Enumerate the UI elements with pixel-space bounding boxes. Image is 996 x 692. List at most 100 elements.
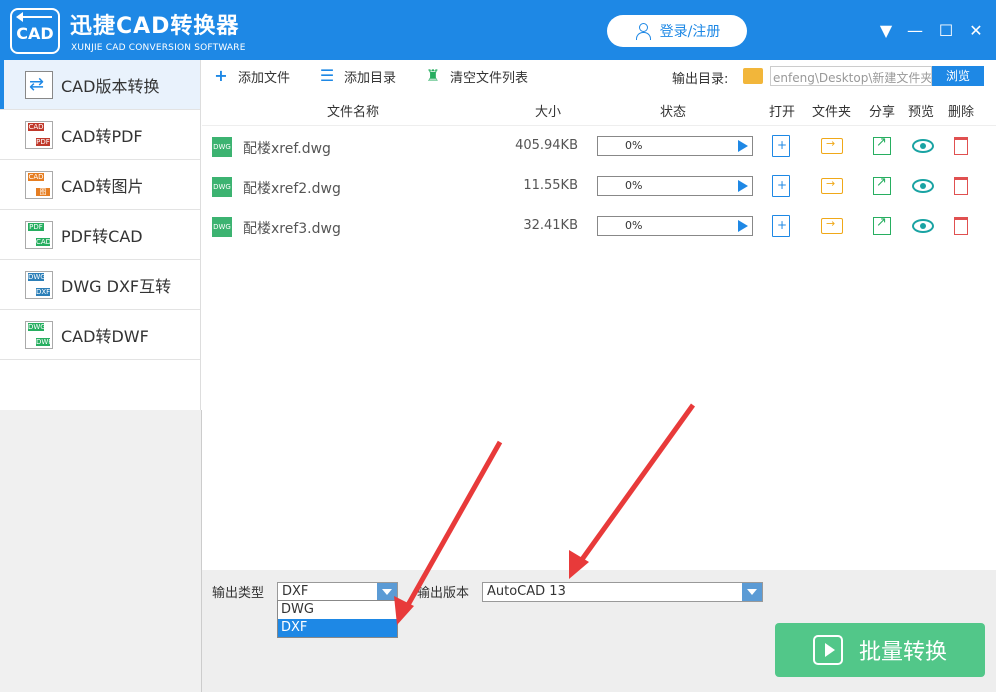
cad-image-icon: CAD 图 [25, 170, 53, 199]
table-row[interactable]: DWG 配楼xref3.dwg 32.41KB 0% [202, 207, 996, 247]
browse-button[interactable]: 浏览 [932, 66, 984, 86]
sidebar-item-cad-version[interactable]: CAD版本转换 [0, 60, 200, 110]
broom-icon: ♜ [425, 66, 441, 85]
progress-bar: 0% [597, 216, 753, 236]
open-file-icon[interactable] [772, 135, 790, 157]
version-convert-icon [25, 70, 53, 99]
output-version-value: AutoCAD 13 [487, 584, 566, 599]
sidebar-item-cad-to-dwf[interactable]: DWG DWF CAD转DWF [0, 310, 200, 360]
header-name: 文件名称 [327, 105, 380, 120]
progress-bar: 0% [597, 176, 753, 196]
delete-trash-icon[interactable] [954, 177, 968, 195]
app-subtitle: XUNJIE CAD CONVERSION SOFTWARE [71, 43, 246, 53]
output-version-select[interactable]: AutoCAD 13 [482, 582, 763, 602]
cad-pdf-icon: CAD PDF [25, 120, 53, 149]
table-row[interactable]: DWG 配楼xref.dwg 405.94KB 0% [202, 127, 996, 167]
file-name: 配楼xref3.dwg [243, 221, 341, 237]
sidebar-empty-area [0, 410, 202, 692]
preview-eye-icon[interactable] [912, 139, 934, 153]
header-status: 状态 [660, 105, 687, 120]
header-open: 打开 [769, 105, 796, 120]
batch-convert-label: 批量转换 [858, 640, 947, 665]
file-size: 11.55KB [523, 178, 578, 193]
progress-bar: 0% [597, 136, 753, 156]
play-icon [812, 635, 843, 665]
close-button[interactable]: ✕ [965, 20, 987, 42]
plus-icon: + [214, 66, 228, 85]
table-header: 文件名称 大小 状态 打开 文件夹 分享 预览 删除 [202, 92, 996, 126]
chevron-down-icon[interactable] [377, 583, 397, 601]
sidebar-item-label: DWG DXF互转 [61, 276, 172, 296]
preview-eye-icon[interactable] [912, 179, 934, 193]
output-dir-label: 输出目录: [672, 72, 729, 87]
login-register-button[interactable]: 登录/注册 [607, 15, 747, 47]
open-file-icon[interactable] [772, 175, 790, 197]
sidebar-item-label: CAD转DWF [61, 326, 149, 346]
app-logo: CAD [10, 8, 60, 54]
logo-text: CAD [16, 24, 54, 43]
start-icon[interactable] [738, 140, 748, 152]
header-size: 大小 [535, 105, 562, 120]
table-row[interactable]: DWG 配楼xref2.dwg 11.55KB 0% [202, 167, 996, 207]
dropdown-option-dwg[interactable]: DWG [278, 601, 397, 619]
file-name: 配楼xref.dwg [243, 141, 331, 157]
add-file-button[interactable]: + 添加文件 [212, 67, 290, 86]
sidebar-item-label: PDF转CAD [61, 226, 143, 246]
start-icon[interactable] [738, 180, 748, 192]
output-path-field[interactable]: enfeng\Desktop\新建文件夹 [770, 66, 932, 86]
add-file-label: 添加文件 [238, 70, 291, 86]
output-type-value: DXF [282, 584, 309, 599]
open-folder-icon[interactable] [821, 177, 843, 194]
list-icon: ☰ [319, 66, 335, 85]
user-icon [634, 22, 652, 40]
dwg-file-icon: DWG [212, 177, 232, 197]
title-bar: CAD 迅捷CAD转换器 XUNJIE CAD CONVERSION SOFTW… [0, 0, 996, 60]
progress-text: 0% [625, 139, 643, 152]
file-table: 文件名称 大小 状态 打开 文件夹 分享 预览 删除 DWG 配楼xref.dw… [202, 92, 996, 570]
preview-eye-icon[interactable] [912, 219, 934, 233]
maximize-button[interactable]: ☐ [935, 20, 957, 42]
add-directory-button[interactable]: ☰ 添加目录 [318, 67, 396, 86]
add-directory-label: 添加目录 [344, 70, 397, 86]
header-delete: 删除 [948, 105, 975, 120]
chevron-down-icon[interactable] [742, 583, 762, 601]
delete-trash-icon[interactable] [954, 217, 968, 235]
toolbar: + 添加文件 ☰ 添加目录 ♜ 清空文件列表 输出目录: enfeng\Desk… [202, 60, 996, 92]
file-size: 405.94KB [515, 138, 578, 153]
sidebar-item-label: CAD转PDF [61, 126, 143, 146]
dwg-file-icon: DWG [212, 217, 232, 237]
menu-dropdown-icon[interactable]: ▼ [875, 20, 897, 42]
sidebar-item-dwg-dxf[interactable]: DWG DXF DWG DXF互转 [0, 260, 200, 310]
dwg-dwf-icon: DWG DWF [25, 320, 53, 349]
sidebar-item-label: CAD转图片 [61, 176, 144, 196]
app-title: 迅捷CAD转换器 [70, 14, 240, 39]
clear-list-button[interactable]: ♜ 清空文件列表 [424, 67, 528, 86]
open-file-icon[interactable] [772, 215, 790, 237]
delete-trash-icon[interactable] [954, 137, 968, 155]
header-share: 分享 [869, 105, 896, 120]
sidebar-item-cad-to-image[interactable]: CAD 图 CAD转图片 [0, 160, 200, 210]
output-version-label: 输出版本 [417, 586, 470, 601]
dwg-dxf-icon: DWG DXF [25, 270, 53, 299]
dropdown-option-dxf[interactable]: DXF [278, 619, 397, 637]
sidebar-item-cad-to-pdf[interactable]: CAD PDF CAD转PDF [0, 110, 200, 160]
sidebar-item-label: CAD版本转换 [61, 76, 160, 96]
login-label: 登录/注册 [659, 24, 721, 40]
header-folder: 文件夹 [812, 105, 852, 120]
share-icon[interactable] [873, 175, 891, 195]
header-preview: 预览 [908, 105, 935, 120]
minimize-button[interactable]: — [904, 20, 926, 42]
output-type-select[interactable]: DXF [277, 582, 398, 602]
sidebar-item-pdf-to-cad[interactable]: PDF CAD PDF转CAD [0, 210, 200, 260]
clear-list-label: 清空文件列表 [450, 70, 529, 86]
start-icon[interactable] [738, 220, 748, 232]
dwg-file-icon: DWG [212, 137, 232, 157]
share-icon[interactable] [873, 135, 891, 155]
progress-text: 0% [625, 219, 643, 232]
batch-convert-button[interactable]: 批量转换 [775, 623, 985, 677]
output-type-label: 输出类型 [212, 586, 265, 601]
open-folder-icon[interactable] [821, 137, 843, 154]
folder-icon [743, 68, 763, 84]
share-icon[interactable] [873, 215, 891, 235]
open-folder-icon[interactable] [821, 217, 843, 234]
